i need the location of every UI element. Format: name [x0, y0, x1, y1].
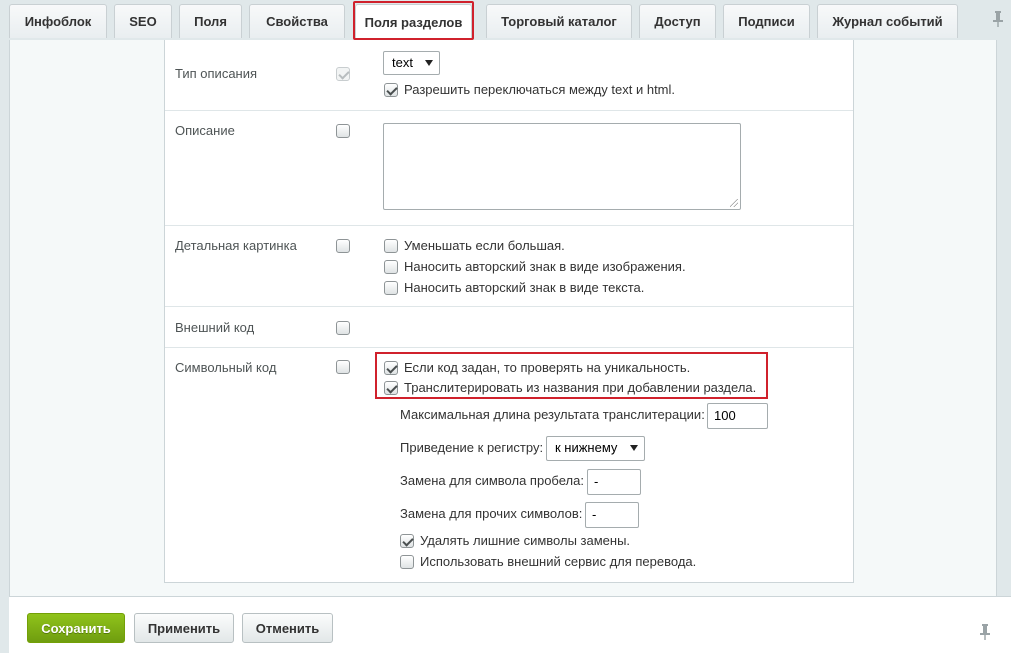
other-replace-label: Замена для прочих символов:: [400, 506, 583, 521]
input-value: -: [594, 474, 599, 489]
tab-section-fields[interactable]: Поля разделов: [355, 4, 472, 40]
max-length-input[interactable]: 100: [707, 403, 768, 429]
check-unique-checkbox[interactable]: [384, 361, 398, 375]
space-replace-input[interactable]: -: [587, 469, 641, 495]
required-checkbox[interactable]: [336, 239, 350, 253]
required-checkbox[interactable]: [336, 124, 350, 138]
space-replace-label: Замена для символа пробела:: [400, 473, 584, 488]
input-value: 100: [714, 408, 736, 423]
field-row-detail-picture: Детальная картинка Уменьшать если больша…: [165, 226, 853, 307]
transliterate-checkbox[interactable]: [384, 381, 398, 395]
tab-access[interactable]: Доступ: [639, 4, 716, 38]
watermark-image-checkbox[interactable]: [384, 260, 398, 274]
resize-grip-icon[interactable]: [730, 199, 738, 207]
external-service-checkbox[interactable]: [400, 555, 414, 569]
field-row-external-code: Внешний код: [165, 307, 853, 348]
chevron-down-icon: [425, 60, 433, 66]
pin-icon[interactable]: [991, 10, 1005, 28]
tab-event-log[interactable]: Журнал событий: [817, 4, 958, 38]
max-length-label: Максимальная длина результата транслитер…: [400, 407, 705, 422]
tab-properties[interactable]: Свойства: [249, 4, 345, 38]
tab-seo[interactable]: SEO: [114, 4, 172, 38]
select-value: text: [392, 55, 413, 70]
field-label: Детальная картинка: [175, 238, 297, 253]
description-type-select[interactable]: text: [383, 51, 440, 75]
field-label: Символьный код: [175, 360, 277, 375]
pin-icon[interactable]: [978, 623, 992, 641]
allow-switch-label: Разрешить переключаться между text и htm…: [404, 82, 676, 97]
field-row-description: Описание: [165, 111, 853, 226]
section-fields-form: Тип описания text Разрешить переключатьс…: [164, 40, 854, 583]
field-label: Тип описания: [175, 66, 258, 81]
required-checkbox[interactable]: [336, 360, 350, 374]
input-value: -: [592, 507, 597, 522]
cancel-button[interactable]: Отменить: [242, 613, 333, 643]
watermark-text-checkbox[interactable]: [384, 281, 398, 295]
resize-if-large-checkbox[interactable]: [384, 239, 398, 253]
other-replace-input[interactable]: -: [585, 502, 639, 528]
field-row-description-type: Тип описания text Разрешить переключатьс…: [165, 40, 853, 111]
footer-bar: Сохранить Применить Отменить: [9, 596, 1011, 653]
apply-button[interactable]: Применить: [134, 613, 234, 643]
field-label: Описание: [175, 123, 235, 138]
watermark-image-label: Наносить авторский знак в виде изображен…: [404, 259, 686, 274]
remove-extra-label: Удалять лишние символы замены.: [420, 533, 631, 548]
field-label: Внешний код: [175, 320, 255, 335]
resize-if-large-label: Уменьшать если большая.: [404, 238, 565, 253]
tab-captions[interactable]: Подписи: [723, 4, 810, 38]
allow-switch-checkbox[interactable]: [384, 83, 398, 97]
field-row-symbol-code: Символьный код Если код задан, то провер…: [165, 348, 853, 582]
tab-trade-catalog[interactable]: Торговый каталог: [486, 4, 632, 38]
transliterate-label: Транслитерировать из названия при добавл…: [404, 380, 757, 395]
required-checkbox: [336, 67, 350, 81]
external-service-label: Использовать внешний сервис для перевода…: [420, 554, 697, 569]
description-textarea[interactable]: [383, 123, 741, 210]
tab-bar: Инфоблок SEO Поля Свойства Поля разделов…: [0, 0, 1011, 40]
tab-infoblock[interactable]: Инфоблок: [9, 4, 107, 38]
tab-fields[interactable]: Поля: [179, 4, 242, 38]
check-unique-label: Если код задан, то проверять на уникальн…: [404, 360, 691, 375]
required-checkbox[interactable]: [336, 321, 350, 335]
case-label: Приведение к регистру:: [400, 440, 544, 455]
remove-extra-checkbox[interactable]: [400, 534, 414, 548]
watermark-text-label: Наносить авторский знак в виде текста.: [404, 280, 645, 295]
case-select[interactable]: к нижнему: [546, 436, 645, 461]
select-value: к нижнему: [555, 440, 618, 455]
save-button[interactable]: Сохранить: [27, 613, 125, 643]
chevron-down-icon: [630, 445, 638, 451]
